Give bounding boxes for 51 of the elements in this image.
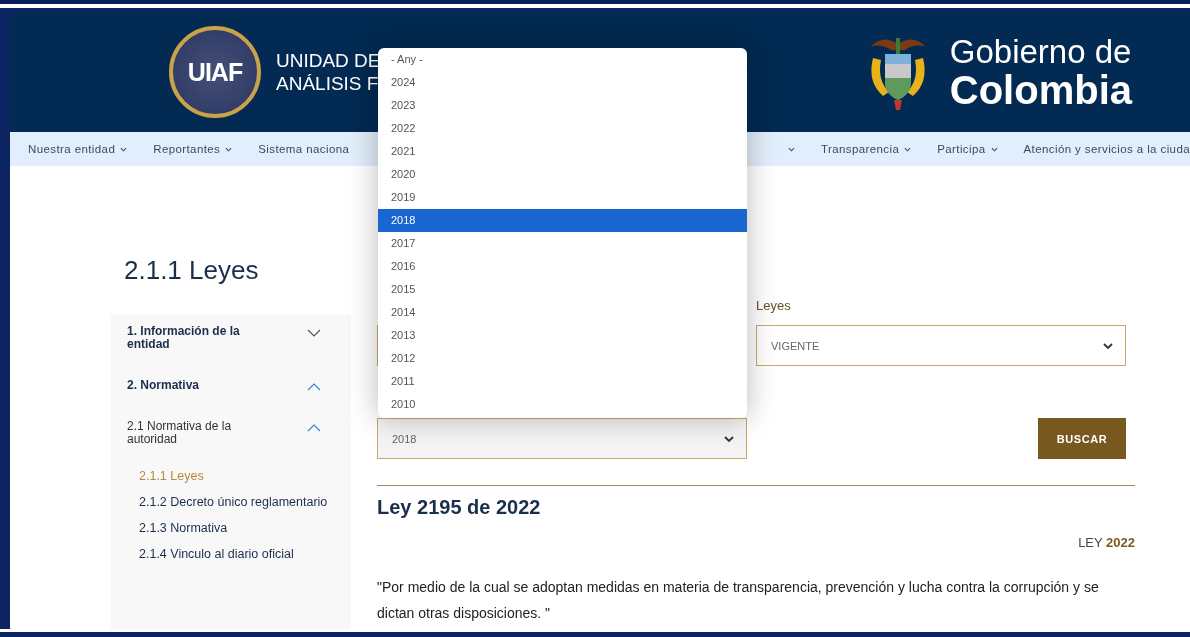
dropdown-option[interactable]: - Any - xyxy=(378,48,747,71)
dropdown-option[interactable]: 2020 xyxy=(378,163,747,186)
year-select[interactable]: 2018 xyxy=(377,418,747,459)
dropdown-option[interactable]: 2010 xyxy=(378,393,747,416)
chevron-icon xyxy=(307,383,321,391)
dropdown-option[interactable]: 2023 xyxy=(378,94,747,117)
uiaf-logo[interactable]: UIAF xyxy=(169,26,261,118)
sidebar-item[interactable]: 2.1 Normativa de la autoridad xyxy=(127,420,335,446)
caret-icon xyxy=(1103,342,1113,349)
caret-icon xyxy=(904,146,912,152)
unit-name-text: ANÁLISIS F xyxy=(276,72,380,95)
page-title: 2.1.1 Leyes xyxy=(123,254,260,287)
dropdown-option[interactable]: 2018 xyxy=(378,209,747,232)
sidebar-item[interactable]: 1. Información de la entidad xyxy=(127,325,335,351)
status-select[interactable]: VIGENTE xyxy=(756,325,1126,366)
field-label: Leyes xyxy=(756,298,792,315)
dropdown-option[interactable]: 2021 xyxy=(378,140,747,163)
dropdown-option[interactable]: 2012 xyxy=(378,347,747,370)
dropdown-option[interactable]: 2024 xyxy=(378,71,747,94)
dropdown-option[interactable]: 2015 xyxy=(378,278,747,301)
nav-link[interactable]: Transparencia xyxy=(820,143,912,155)
sidebar-link[interactable]: 2.1.2 Decreto único reglamentario xyxy=(139,494,335,510)
nav-link[interactable]: Sistema naciona xyxy=(258,143,350,155)
law-type-text: LEY 2022 xyxy=(1077,535,1135,550)
nav-link[interactable]: Participa xyxy=(937,143,998,155)
chevron-icon xyxy=(307,329,321,337)
chevron-icon xyxy=(307,424,321,432)
nav-link[interactable]: Nuestra entidad xyxy=(28,143,128,155)
caret-icon xyxy=(225,146,233,152)
government-title: Gobierno de xyxy=(949,34,1132,68)
caret-icon xyxy=(120,146,128,152)
search-button[interactable]: BUSCAR xyxy=(1038,418,1126,459)
unit-name-text: UNIDAD DE xyxy=(276,49,381,72)
government-title: Colombia xyxy=(949,69,1132,110)
sidebar-item[interactable]: 2. Normativa xyxy=(127,379,335,392)
caret-icon[interactable] xyxy=(787,146,795,152)
caret-icon xyxy=(990,146,998,152)
nav-link[interactable]: Reportantes xyxy=(153,143,233,155)
dropdown-option[interactable]: 2011 xyxy=(378,370,747,393)
dropdown-option[interactable]: 2017 xyxy=(378,232,747,255)
law-description: "Por medio de la cual se adoptan medidas en materia de transparencia, prevención y lucha contra la corrupción y se dictan otras disposiciones. " xyxy=(377,578,1100,623)
sidebar-link[interactable]: 2.1.3 Normativa xyxy=(139,520,335,536)
dropdown-option[interactable]: 2022 xyxy=(378,117,747,140)
nav-link[interactable]: Atención y servicios a la ciuda xyxy=(1023,143,1190,155)
caret-icon xyxy=(724,435,734,442)
sidebar-link[interactable]: 2.1.4 Vinculo al diario oficial xyxy=(139,546,335,562)
dropdown-option[interactable]: 2014 xyxy=(378,301,747,324)
law-title: Ley 2195 de 2022 xyxy=(377,496,542,519)
dropdown-option[interactable]: 2019 xyxy=(378,186,747,209)
dropdown-option[interactable]: 2016 xyxy=(378,255,747,278)
dropdown-option[interactable]: 2013 xyxy=(378,324,747,347)
